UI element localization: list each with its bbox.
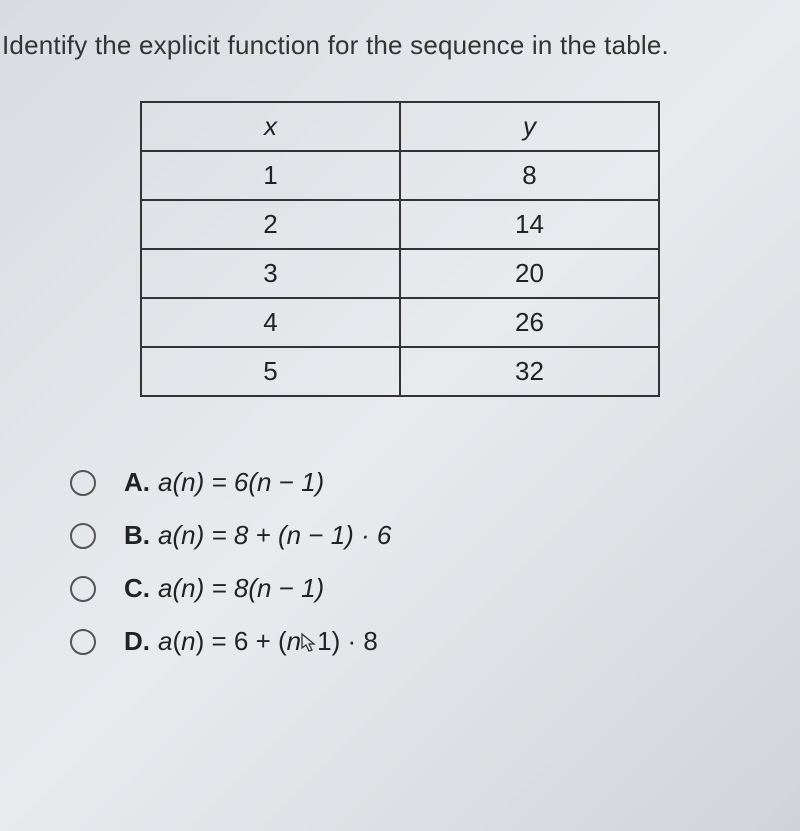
cell-x: 1	[141, 151, 400, 200]
option-formula: a(n) = 8 + (n − 1) · 6	[158, 520, 391, 551]
data-table-container: x y 1 8 2 14 3 20 4 26	[0, 101, 800, 397]
question-prompt: Identify the explicit function for the s…	[0, 30, 800, 61]
radio-icon[interactable]	[70, 629, 96, 655]
table-row: 3 20	[141, 249, 659, 298]
radio-icon[interactable]	[70, 523, 96, 549]
answer-options: A. a(n) = 6(n − 1) B. a(n) = 8 + (n − 1)…	[0, 467, 800, 657]
cell-y: 8	[400, 151, 659, 200]
cell-y: 14	[400, 200, 659, 249]
table-row: 2 14	[141, 200, 659, 249]
cell-y: 26	[400, 298, 659, 347]
cell-x: 2	[141, 200, 400, 249]
cell-x: 4	[141, 298, 400, 347]
option-formula: a(n) = 8(n − 1)	[158, 573, 324, 604]
table-row: 1 8	[141, 151, 659, 200]
option-d[interactable]: D. a(n) = 6 + (n1) · 8	[70, 626, 800, 657]
option-a[interactable]: A. a(n) = 6(n − 1)	[70, 467, 800, 498]
cell-y: 32	[400, 347, 659, 396]
option-c[interactable]: C. a(n) = 8(n − 1)	[70, 573, 800, 604]
radio-icon[interactable]	[70, 576, 96, 602]
table-header-row: x y	[141, 102, 659, 151]
table-row: 5 32	[141, 347, 659, 396]
option-letter: C.	[124, 573, 150, 604]
option-letter: B.	[124, 520, 150, 551]
option-letter: A.	[124, 467, 150, 498]
cell-y: 20	[400, 249, 659, 298]
cell-x: 5	[141, 347, 400, 396]
option-b[interactable]: B. a(n) = 8 + (n − 1) · 6	[70, 520, 800, 551]
header-y: y	[400, 102, 659, 151]
cell-x: 3	[141, 249, 400, 298]
table-row: 4 26	[141, 298, 659, 347]
sequence-table: x y 1 8 2 14 3 20 4 26	[140, 101, 660, 397]
option-formula: a(n) = 6 + (n1) · 8	[158, 626, 378, 657]
option-letter: D.	[124, 626, 150, 657]
radio-icon[interactable]	[70, 470, 96, 496]
option-formula: a(n) = 6(n − 1)	[158, 467, 324, 498]
header-x: x	[141, 102, 400, 151]
